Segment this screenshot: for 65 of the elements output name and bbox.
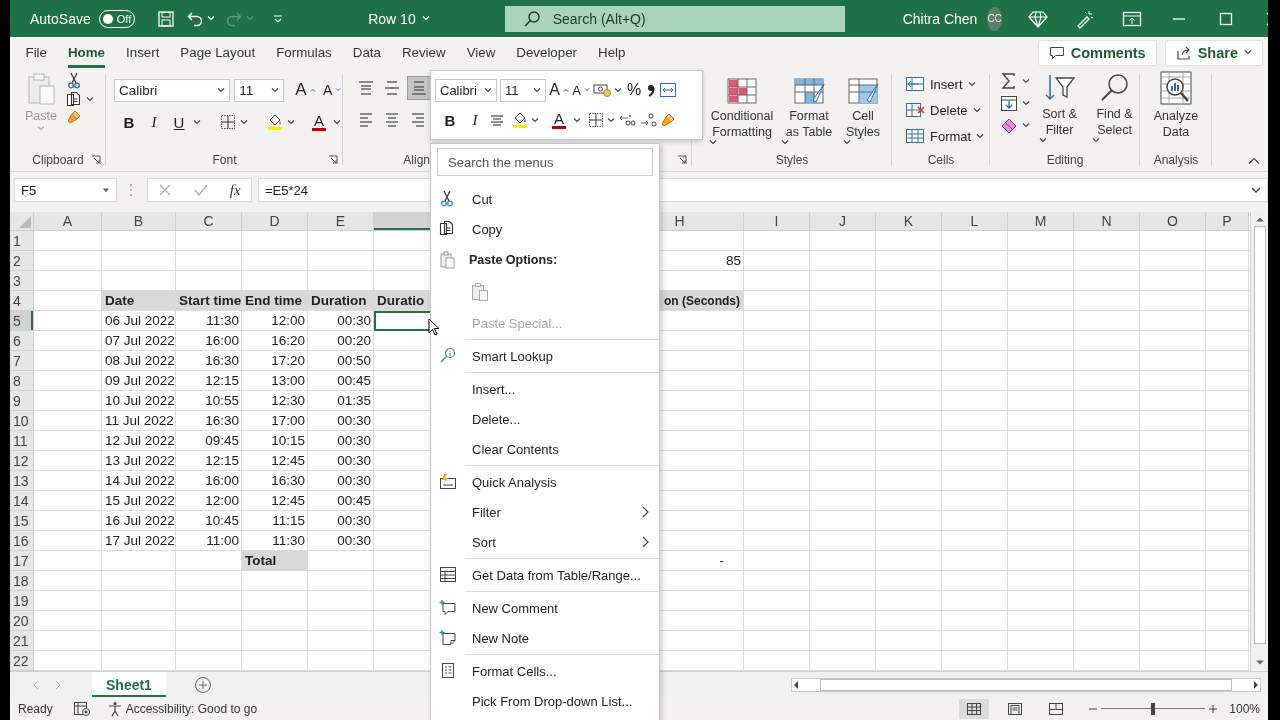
table-cell-text: 00:30 [336, 313, 372, 328]
table-cell-text: 00:30 [336, 453, 372, 468]
table-cell-text: 17:20 [270, 353, 306, 368]
table-cell-text: 16:00 [204, 333, 240, 348]
total-label: Total [242, 551, 308, 570]
table-cell-text: 16:30 [204, 413, 240, 428]
table-cell-text: 12:45 [270, 493, 306, 508]
table-cell-text: 11:30 [205, 313, 240, 328]
table-cell-text: 12:15 [204, 373, 240, 388]
table-cell-text: 16:30 [270, 473, 306, 488]
table-cell-text: 12 Jul 2022 [104, 433, 176, 448]
table-cell-text: 15 Jul 2022 [104, 493, 176, 508]
table-cell-text: 00:20 [336, 333, 372, 348]
group-label: Styles [775, 153, 809, 167]
table-cell-text: 14 Jul 2022 [104, 473, 176, 488]
user-name: Chitra Chen [902, 10, 978, 27]
table-cell-text: 16:20 [270, 333, 306, 348]
table-cell-text: 17 Jul 2022 [104, 533, 176, 548]
table-cell-text: 13 Jul 2022 [104, 453, 176, 468]
table-cell-text: 12:00 [270, 313, 306, 328]
table-cell-text: 11 Jul 2022 [104, 413, 175, 428]
table-cell-text: 10:45 [204, 513, 240, 528]
table-cell-text: 01:35 [336, 393, 372, 408]
table-cell-text: 07 Jul 2022 [104, 333, 176, 348]
table-cell-text: 11:15 [271, 513, 306, 528]
table-cell-text: 09:45 [204, 433, 240, 448]
column-heading: Date [102, 291, 176, 310]
group-label: Analysis [1153, 153, 1199, 167]
table-cell-text: 13:00 [270, 373, 306, 388]
table-cell-text: 00:30 [336, 513, 372, 528]
table-cell-text: 00:45 [336, 493, 372, 508]
table-cell-text: 11:30 [271, 533, 306, 548]
menu-heading: Paste Options: [469, 253, 558, 267]
table-cell-text: 00:45 [336, 373, 372, 388]
autosave-label: AutoSave [30, 10, 91, 27]
status-text: Ready [18, 701, 53, 716]
table-cell-text: 11:00 [205, 533, 240, 548]
table-cell-text: 12:30 [270, 393, 306, 408]
table-cell-text: 16:30 [204, 353, 240, 368]
table-cell-text: 10:55 [204, 393, 240, 408]
table-cell-text: 12:15 [204, 453, 240, 468]
table-cell-text: 17:00 [270, 413, 306, 428]
table-cell-text: - [718, 553, 725, 568]
table-cell-text: 00:30 [336, 533, 372, 548]
table-cell-text: 09 Jul 2022 [104, 373, 176, 388]
column-heading: Duration [308, 291, 374, 310]
group-label: Align [403, 153, 430, 167]
table-cell-text: 10 Jul 2022 [104, 393, 176, 408]
table-cell-text: 00:50 [336, 353, 372, 368]
table-cell-text: 08 Jul 2022 [104, 353, 176, 368]
column-heading: End time [242, 291, 308, 310]
table-cell-text: 00:30 [336, 413, 372, 428]
table-cell-text: 16 Jul 2022 [104, 513, 176, 528]
table-cell-text: 06 Jul 2022 [104, 313, 176, 328]
table-cell-text: 12:00 [204, 493, 240, 508]
table-cell-text: 10:15 [270, 433, 306, 448]
table-cell-text: 00:30 [336, 473, 372, 488]
table-cell-text: 16:00 [204, 473, 240, 488]
group-label: Clipboard [32, 153, 84, 167]
table-cell-text: 85 [724, 253, 742, 268]
group-label: Font [212, 153, 237, 167]
table-cell-text: 12:45 [270, 453, 306, 468]
group-label: Cells [927, 153, 955, 167]
table-cell-text: 00:30 [336, 433, 372, 448]
group-label: Editing [1046, 153, 1084, 167]
